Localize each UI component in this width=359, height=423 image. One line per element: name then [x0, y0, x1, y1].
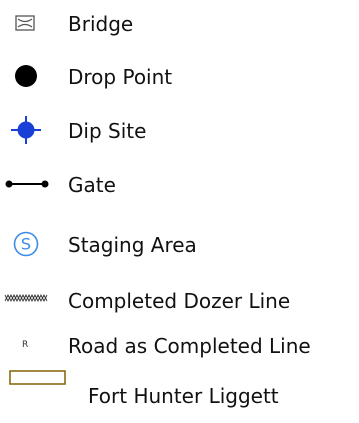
- legend-item-gate: Gate: [0, 164, 359, 204]
- gate-icon: [5, 180, 49, 188]
- legend-item-fort-hunter-liggett: Fort Hunter Liggett: [0, 370, 359, 410]
- fort-hunter-liggett-icon: [9, 370, 66, 385]
- legend-label-road-as-completed-line: Road as Completed Line: [68, 334, 311, 358]
- legend-item-dip-site: Dip Site: [0, 110, 359, 150]
- bridge-icon: [15, 15, 35, 31]
- legend-label-dip-site: Dip Site: [68, 119, 147, 143]
- staging-area-icon: S: [13, 231, 39, 257]
- completed-dozer-line-icon: [4, 293, 48, 303]
- road-as-completed-line-icon: R: [22, 340, 29, 350]
- legend-label-fort-hunter-liggett: Fort Hunter Liggett: [88, 384, 279, 408]
- legend-label-completed-dozer-line: Completed Dozer Line: [68, 289, 291, 313]
- legend-label-staging-area: Staging Area: [68, 233, 197, 257]
- legend-item-drop-point: Drop Point: [0, 56, 359, 96]
- legend-item-staging-area: S Staging Area: [0, 224, 359, 264]
- legend-item-road-as-completed-line: R Road as Completed Line: [0, 326, 359, 366]
- map-legend: Bridge Drop Point Dip Site Gate S Stagin…: [0, 0, 359, 423]
- legend-label-drop-point: Drop Point: [68, 65, 173, 89]
- drop-point-icon: [15, 65, 37, 87]
- dip-site-icon: [11, 116, 41, 144]
- legend-item-completed-dozer-line: Completed Dozer Line: [0, 280, 359, 320]
- svg-text:S: S: [21, 235, 31, 254]
- legend-label-bridge: Bridge: [68, 12, 134, 36]
- legend-item-bridge: Bridge: [0, 4, 359, 44]
- legend-label-gate: Gate: [68, 173, 116, 197]
